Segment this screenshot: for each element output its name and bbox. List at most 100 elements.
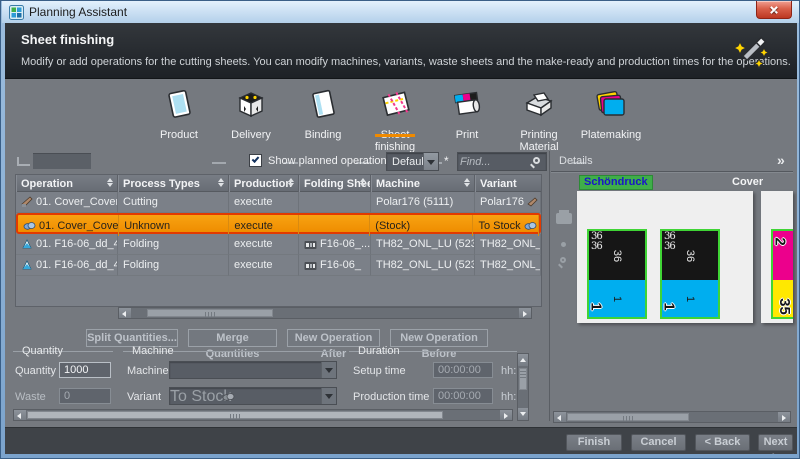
table-row[interactable]: 01. F16-06_dd_4x2 ... Folding execute F1…	[16, 234, 541, 255]
find-input[interactable]	[460, 154, 528, 169]
scroll-left-icon[interactable]	[119, 308, 131, 318]
waste-input[interactable]	[59, 388, 111, 404]
folding-icon	[21, 259, 33, 271]
scroll-up-icon[interactable]	[518, 354, 528, 366]
delivery-icon	[234, 87, 268, 121]
new-operation-before-button[interactable]: New Operation Before	[390, 329, 488, 347]
quantity-input[interactable]	[59, 362, 111, 378]
form-vertical-scrollbar[interactable]	[517, 353, 529, 421]
folder-machine-icon	[304, 239, 317, 250]
scroll-right-icon[interactable]	[519, 308, 531, 318]
scrollbar-thumb[interactable]	[567, 413, 689, 421]
step-printing-material[interactable]: Printing Material	[503, 87, 575, 153]
sheet-finishing-icon	[378, 87, 412, 121]
merge-quantities-button[interactable]: Merge Quantities	[188, 329, 277, 347]
active-step-indicator	[375, 134, 415, 137]
show-planned-checkbox[interactable]	[249, 154, 262, 167]
details-title: Details	[559, 155, 593, 167]
variant-label: Variant	[127, 391, 161, 403]
back-button[interactable]: < Back	[695, 434, 750, 451]
column-header-operation[interactable]: Operation	[16, 175, 118, 192]
column-header-process-types[interactable]: Process Types	[118, 175, 229, 192]
cancel-button[interactable]: Cancel	[631, 434, 686, 451]
column-header-folding-sheet[interactable]: Folding Sheet	[299, 175, 371, 192]
setup-time-unit: hh:mm	[501, 365, 518, 377]
column-header-variant[interactable]: Variant	[475, 175, 541, 192]
table-header: Operation Process Types Production Foldi…	[16, 175, 541, 192]
step-print[interactable]: Print	[431, 87, 503, 141]
page-thumbnail: 3636 36 1 1	[587, 229, 647, 319]
table-row[interactable]: 01. F16-06_dd_4x2 ... Folding execute F1…	[16, 255, 541, 276]
machine-select[interactable]	[169, 361, 337, 379]
details-expand-button[interactable]: »	[777, 152, 785, 168]
chevron-down-icon	[321, 388, 336, 404]
find-box	[457, 152, 547, 171]
window-titlebar[interactable]: Planning Assistant	[2, 1, 800, 23]
wizard-header: Sheet finishing Modify or add operations…	[5, 23, 797, 79]
table-horizontal-scrollbar[interactable]	[118, 307, 532, 319]
printer-icon[interactable]	[556, 213, 572, 224]
table-row-selected[interactable]: 01. Cover_Cover (T... Unknown execute (S…	[16, 213, 541, 234]
step-product[interactable]: Product	[143, 87, 215, 141]
step-delivery[interactable]: Delivery	[215, 87, 287, 141]
dialog-content: Sheet finishing Modify or add operations…	[5, 23, 797, 454]
form-horizontal-scrollbar[interactable]	[13, 409, 513, 421]
planning-assistant-window: Planning Assistant Sheet finishing Modif…	[0, 0, 800, 459]
step-platemaking[interactable]: Platemaking	[575, 87, 647, 141]
scroll-left-icon[interactable]	[554, 412, 566, 422]
details-divider	[551, 171, 793, 172]
scrollbar-thumb[interactable]	[147, 309, 273, 317]
page-description: Modify or add operations for the cutting…	[21, 56, 791, 68]
chevron-down-icon[interactable]	[423, 153, 438, 170]
group-legend: Duration	[355, 345, 403, 357]
page-thumbnail: 2 2 35 35	[771, 229, 793, 319]
zoom-icon[interactable]	[560, 257, 566, 263]
sort-icon	[288, 178, 294, 187]
finish-button[interactable]: Finish	[566, 434, 622, 451]
filter-icon[interactable]	[17, 157, 30, 166]
window-title: Planning Assistant	[29, 5, 127, 19]
step-sheet-finishing[interactable]: Sheet finishing	[359, 87, 431, 153]
page-thumbnail: 3636 36 1 1	[660, 229, 720, 319]
page-number: 1	[611, 295, 623, 301]
close-button[interactable]	[756, 1, 792, 19]
variant-select[interactable]: To Stock	[169, 387, 337, 405]
wizard-footer: Finish Cancel < Back Next >	[5, 427, 797, 454]
step-separator	[212, 162, 226, 164]
column-header-machine[interactable]: Machine	[371, 175, 475, 192]
magic-wand-icon[interactable]	[731, 29, 773, 73]
check-icon	[252, 155, 260, 163]
preset-modified-marker: *	[444, 154, 449, 168]
scroll-right-icon[interactable]	[500, 410, 512, 420]
preset-select[interactable]: Default	[386, 152, 439, 171]
production-time-input[interactable]	[433, 388, 493, 404]
operation-filter-box[interactable]	[33, 153, 91, 169]
sheet-preview-cover[interactable]: 2 2 35 35	[761, 191, 793, 323]
scrollbar-thumb[interactable]	[27, 411, 443, 419]
sort-icon	[218, 178, 224, 187]
setup-time-label: Setup time	[353, 365, 406, 377]
scrollbar-thumb[interactable]	[519, 368, 527, 390]
page-number: 36	[684, 249, 696, 261]
folder-machine-icon	[304, 260, 317, 271]
production-time-label: Production time	[353, 391, 429, 403]
setup-time-input[interactable]	[433, 362, 493, 378]
scroll-down-icon[interactable]	[518, 408, 528, 420]
chevron-down-icon	[321, 362, 336, 378]
step-label: Binding	[287, 129, 359, 141]
column-header-production[interactable]: Production	[229, 175, 299, 192]
scroll-right-icon[interactable]	[778, 412, 790, 422]
wizard-step-bar: Product Delivery	[5, 79, 797, 149]
radio-dot-icon[interactable]	[561, 242, 566, 247]
next-button[interactable]: Next >	[758, 434, 793, 451]
scroll-left-icon[interactable]	[14, 410, 26, 420]
sheet-preview-schoendruck[interactable]: 3636 36 1 1 3636 36 1 1	[577, 191, 753, 323]
table-row[interactable]: 01. Cover_Cover Cutting execute Polar176…	[16, 192, 541, 213]
details-horizontal-scrollbar[interactable]	[553, 411, 791, 423]
search-icon[interactable]	[533, 157, 540, 164]
group-legend: Machine	[129, 345, 177, 357]
step-binding[interactable]: Binding	[287, 87, 359, 141]
binding-icon	[306, 87, 340, 121]
app-icon	[9, 5, 24, 20]
to-stock-icon	[524, 221, 537, 231]
